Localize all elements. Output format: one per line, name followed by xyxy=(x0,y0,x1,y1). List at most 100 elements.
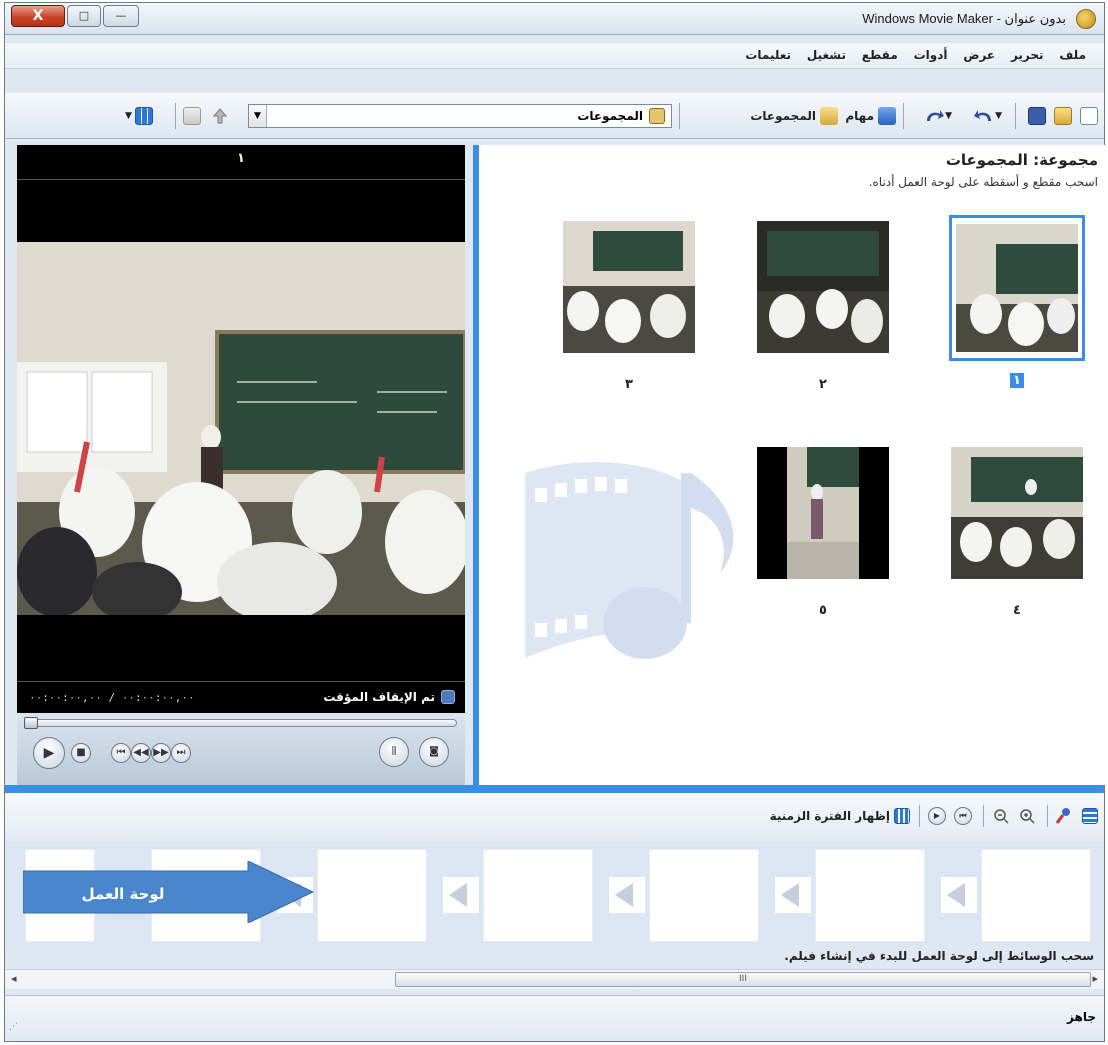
toolbar-separator xyxy=(903,103,904,129)
transition-icon[interactable] xyxy=(775,877,811,913)
close-button[interactable]: X xyxy=(11,5,65,27)
clip-thumbnail-2[interactable] xyxy=(757,221,889,353)
storyboard-cell[interactable] xyxy=(317,849,427,942)
clip-thumbnail-4[interactable] xyxy=(951,447,1083,579)
scrollbar-thumb[interactable]: III xyxy=(395,972,1091,987)
narrate-button[interactable] xyxy=(1054,805,1072,827)
menu-file[interactable]: ملف xyxy=(1053,43,1092,62)
stop-button[interactable]: ■ xyxy=(71,743,91,763)
views-button[interactable]: ▼ xyxy=(125,105,153,127)
storyboard-cell[interactable] xyxy=(649,849,759,942)
save-project-button[interactable] xyxy=(1028,105,1046,127)
classroom-thumbnail xyxy=(951,447,1083,579)
collection-reel-icon xyxy=(649,108,665,124)
storyboard-cell[interactable] xyxy=(981,849,1091,942)
transition-icon[interactable] xyxy=(443,877,479,913)
menu-help[interactable]: تعليمات xyxy=(739,43,797,62)
show-timeline-button[interactable]: إظهار الفترة الزمنية xyxy=(770,805,910,827)
open-project-button[interactable] xyxy=(1054,105,1072,127)
classroom-thumbnail xyxy=(563,221,695,353)
clip-label-5[interactable]: ٥ xyxy=(757,603,889,618)
toolbar-separator xyxy=(679,103,680,129)
next-frame-button[interactable]: ⏭ xyxy=(171,743,191,763)
collections-folder-icon xyxy=(820,107,838,125)
horizontal-scrollbar[interactable]: ◂ III ▸ xyxy=(5,969,1104,989)
menu-bar: ملف تحرير عرض أدوات مقطع تشغيل تعليمات xyxy=(5,43,1104,69)
tasks-button[interactable]: مهام xyxy=(845,105,896,127)
classroom-thumbnail xyxy=(956,224,1078,352)
rewind-storyboard-button[interactable]: ⏮ xyxy=(954,805,972,827)
zoom-out-button[interactable] xyxy=(992,805,1010,827)
rewind-button[interactable]: ◀◀ xyxy=(131,743,151,763)
status-text: جاهز xyxy=(1067,1010,1096,1024)
storyboard-cell[interactable] xyxy=(483,849,593,942)
clip-label-4[interactable]: ٤ xyxy=(951,603,1083,618)
preview-monitor: ١ تم الإيقاف المؤقت ٠٠:٠٠:٠٠,٠٠ / ٠٠:٠٠:… xyxy=(17,145,465,785)
menu-tools[interactable]: أدوات xyxy=(908,43,954,62)
snapshot-camera-button[interactable]: ◙ xyxy=(419,737,449,767)
menu-clip[interactable]: مقطع xyxy=(856,43,904,62)
tasks-list-icon xyxy=(878,107,896,125)
seek-thumb[interactable] xyxy=(24,717,38,729)
views-dropdown-icon[interactable]: ▼ xyxy=(125,111,132,121)
film-note-watermark-icon xyxy=(525,462,734,659)
redo-button[interactable]: ▼ xyxy=(923,105,956,127)
toolbar-separator xyxy=(983,805,984,827)
redo-dropdown-icon[interactable]: ▼ xyxy=(945,111,952,121)
transition-icon[interactable] xyxy=(941,877,977,913)
classroom-thumbnail xyxy=(757,221,889,353)
seek-bar[interactable] xyxy=(24,717,457,729)
forward-button[interactable]: ▶▶ xyxy=(151,743,171,763)
chevron-down-icon[interactable]: ▼ xyxy=(249,105,267,127)
movie-maker-icon xyxy=(1076,9,1096,29)
title-bar[interactable]: X □ — بدون عنوان - Windows Movie Maker xyxy=(5,3,1104,35)
up-arrow-icon xyxy=(212,108,228,124)
minimize-button[interactable]: — xyxy=(103,5,139,27)
fullscreen-icon[interactable] xyxy=(441,690,455,704)
preview-video-frame xyxy=(17,242,465,615)
play-icon: ▶ xyxy=(928,807,946,825)
collections-button[interactable]: المجموعات xyxy=(750,105,838,127)
resize-grip-icon[interactable]: ⋰ xyxy=(9,1022,23,1036)
clip-label-1[interactable]: ١ xyxy=(949,373,1085,388)
pane-splitter[interactable] xyxy=(5,785,1104,793)
clip-image xyxy=(787,447,859,579)
maximize-button[interactable]: □ xyxy=(67,5,101,27)
menu-edit[interactable]: تحرير xyxy=(1005,43,1050,62)
clip-image xyxy=(757,221,889,353)
play-storyboard-button[interactable]: ▶ xyxy=(928,805,946,827)
split-clip-button[interactable]: ⫼ xyxy=(379,737,409,767)
menu-play[interactable]: تشغيل xyxy=(801,43,852,62)
up-folder-button[interactable] xyxy=(211,105,229,127)
scroll-right-arrow-icon[interactable]: ▸ xyxy=(1092,972,1098,985)
new-folder-button[interactable] xyxy=(183,105,201,127)
undo-dropdown-icon[interactable]: ▼ xyxy=(995,111,1002,121)
redo-icon xyxy=(927,110,945,121)
preview-clip-title: ١ xyxy=(237,151,245,166)
storyboard-cell[interactable] xyxy=(815,849,925,942)
clip-image xyxy=(951,447,1083,579)
window-title: بدون عنوان - Windows Movie Maker xyxy=(862,11,1066,26)
app-window: X □ — بدون عنوان - Windows Movie Maker م… xyxy=(4,2,1106,1042)
scroll-left-arrow-icon[interactable]: ◂ xyxy=(11,972,17,985)
previous-frame-button[interactable]: ⏮ xyxy=(111,743,131,763)
undo-button[interactable]: ▼ xyxy=(973,105,1006,127)
menu-view[interactable]: عرض xyxy=(957,43,1001,62)
transition-icon[interactable] xyxy=(609,877,645,913)
thumbnails-view-icon xyxy=(134,107,153,125)
storyboard-view-button[interactable] xyxy=(1082,805,1098,827)
zoom-in-button[interactable] xyxy=(1018,805,1036,827)
clip-image xyxy=(563,221,695,353)
collections-combo[interactable]: المجموعات ▼ xyxy=(248,104,672,128)
clip-label-2[interactable]: ٢ xyxy=(757,377,889,392)
callout-label: لوحة العمل xyxy=(82,885,165,903)
clip-thumbnail-1[interactable] xyxy=(949,215,1085,361)
zoom-in-icon xyxy=(1020,809,1035,824)
storyboard-icon xyxy=(1082,808,1098,824)
show-timeline-label: إظهار الفترة الزمنية xyxy=(769,809,890,823)
clip-thumbnail-3[interactable] xyxy=(563,221,695,353)
play-button[interactable]: ▶ xyxy=(33,737,65,769)
new-project-button[interactable] xyxy=(1080,105,1098,127)
clip-thumbnail-5[interactable] xyxy=(757,447,889,579)
clip-label-3[interactable]: ٣ xyxy=(563,377,695,392)
